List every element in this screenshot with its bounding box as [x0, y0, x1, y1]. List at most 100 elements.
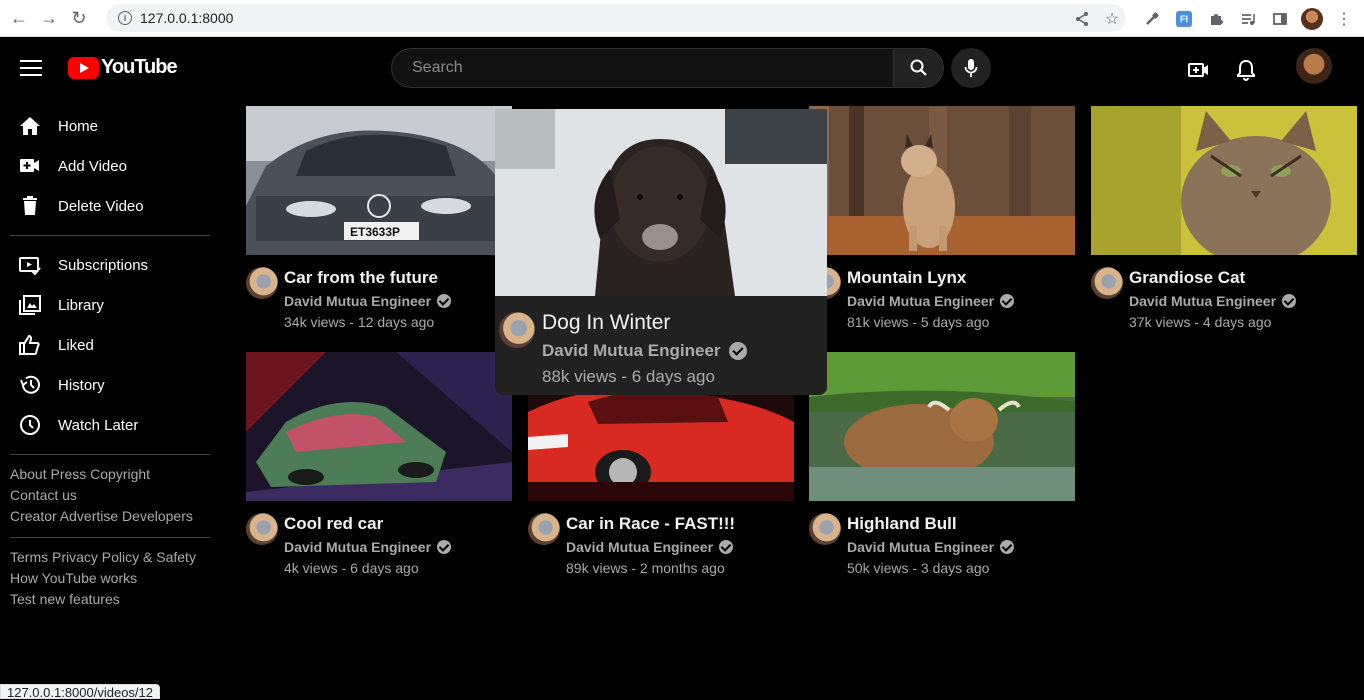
sidebar-item-liked[interactable]: Liked — [0, 325, 220, 365]
eyedropper-icon[interactable] — [1136, 3, 1168, 35]
sidebar-item-watch-later[interactable]: Watch Later — [0, 405, 220, 445]
video-card[interactable]: Cool red car David Mutua Engineer 4k vie… — [246, 352, 512, 576]
footer-link[interactable]: Terms Privacy Policy & Safety — [10, 547, 220, 568]
verified-check-icon — [1000, 294, 1015, 308]
video-title[interactable]: Dog In Winter — [542, 310, 827, 336]
sidebar-footer-links: Terms Privacy Policy & Safety How YouTub… — [0, 547, 220, 610]
home-icon — [18, 114, 42, 138]
sidebar-footer-links: About Press Copyright Contact us Creator… — [0, 464, 220, 527]
channel-name-text: David Mutua Engineer — [566, 539, 714, 555]
footer-link[interactable]: About Press Copyright — [10, 464, 220, 485]
channel-name[interactable]: David Mutua Engineer — [284, 539, 512, 555]
site-info-icon[interactable]: i — [118, 11, 132, 25]
search-button[interactable] — [893, 48, 944, 88]
video-stats: 50k views - 3 days ago — [847, 560, 990, 576]
profile-avatar[interactable] — [1296, 3, 1328, 35]
channel-avatar[interactable] — [809, 513, 841, 545]
sidebar: Home Add Video Delete Video Subscription… — [0, 106, 220, 610]
hamburger-menu-icon[interactable] — [20, 60, 42, 76]
search-icon — [910, 59, 927, 76]
video-title[interactable]: Car from the future — [284, 267, 512, 289]
video-card[interactable]: Mountain Lynx David Mutua Engineer 81k v… — [809, 106, 1075, 330]
bookmark-star-icon[interactable]: ☆ — [1096, 3, 1128, 35]
sidebar-item-subscriptions[interactable]: Subscriptions — [0, 245, 220, 285]
sidebar-item-label: History — [58, 376, 105, 394]
channel-avatar[interactable] — [246, 267, 278, 299]
reload-icon[interactable]: ↻ — [68, 7, 90, 29]
channel-name[interactable]: David Mutua Engineer — [847, 539, 1075, 555]
sidebar-item-label: Home — [58, 117, 99, 135]
logo-text: YouTube — [101, 56, 178, 78]
sidebar-item-label: Delete Video — [58, 197, 144, 215]
youtube-play-icon — [68, 56, 99, 79]
video-hover-preview[interactable]: Dog In Winter David Mutua Engineer 88k v… — [495, 109, 827, 395]
sidebar-item-delete-video[interactable]: Delete Video — [0, 186, 220, 226]
video-thumbnail[interactable] — [809, 352, 1075, 501]
share-icon[interactable] — [1066, 3, 1098, 35]
sidebar-item-add-video[interactable]: Add Video — [0, 146, 220, 186]
sidebar-item-library[interactable]: Library — [0, 285, 220, 325]
clock-icon — [18, 413, 42, 437]
channel-name-text: David Mutua Engineer — [542, 341, 721, 360]
channel-name-text: David Mutua Engineer — [847, 293, 995, 309]
video-stats: 37k views - 4 days ago — [1129, 314, 1272, 330]
sidebar-item-label: Add Video — [58, 157, 127, 175]
verified-check-icon — [728, 342, 747, 360]
video-thumbnail[interactable] — [809, 106, 1075, 255]
search-input[interactable] — [392, 49, 893, 87]
video-stats: 4k views - 6 days ago — [284, 560, 419, 576]
library-icon — [18, 293, 42, 317]
browser-toolbar: ← → ↻ i 127.0.0.1:8000 ☆ FI ⋮ — [0, 0, 1364, 37]
video-card[interactable]: Highland Bull David Mutua Engineer 50k v… — [809, 352, 1075, 576]
media-queue-icon[interactable] — [1232, 3, 1264, 35]
extensions-puzzle-icon[interactable] — [1200, 3, 1232, 35]
channel-avatar[interactable] — [499, 312, 535, 348]
video-thumbnail[interactable] — [1091, 106, 1357, 255]
footer-link[interactable]: Creator Advertise Developers — [10, 506, 220, 527]
voice-search-button[interactable] — [951, 48, 991, 88]
user-avatar[interactable] — [1296, 48, 1332, 84]
video-card[interactable]: ET3633P Car from the future David Mutua … — [246, 106, 512, 330]
kebab-menu-icon[interactable]: ⋮ — [1328, 3, 1360, 35]
sidebar-item-label: Subscriptions — [58, 256, 149, 274]
video-thumbnail[interactable] — [246, 352, 512, 501]
channel-name[interactable]: David Mutua Engineer — [566, 539, 794, 555]
video-title[interactable]: Car in Race - FAST!!! — [566, 513, 794, 535]
sidebar-divider — [10, 235, 210, 236]
video-title[interactable]: Cool red car — [284, 513, 512, 535]
trash-icon — [18, 194, 42, 218]
verified-check-icon — [437, 540, 452, 554]
channel-name[interactable]: David Mutua Engineer — [847, 293, 1075, 309]
sidebar-item-label: Library — [58, 296, 104, 314]
subscriptions-icon — [18, 253, 42, 277]
channel-avatar[interactable] — [246, 513, 278, 545]
forward-icon[interactable]: → — [38, 7, 60, 29]
footer-link[interactable]: Contact us — [10, 485, 220, 506]
footer-link[interactable]: How YouTube works — [10, 568, 220, 589]
sidebar-item-history[interactable]: History — [0, 365, 220, 405]
video-thumbnail[interactable] — [495, 109, 827, 296]
address-bar[interactable]: i 127.0.0.1:8000 — [106, 4, 1126, 32]
extension-fi-icon[interactable]: FI — [1168, 3, 1200, 35]
footer-link[interactable]: Test new features — [10, 589, 220, 610]
channel-name-text: David Mutua Engineer — [1129, 293, 1277, 309]
channel-name[interactable]: David Mutua Engineer — [284, 293, 512, 309]
sidebar-item-label: Liked — [58, 336, 94, 354]
channel-avatar[interactable] — [528, 513, 560, 545]
sidebar-item-home[interactable]: Home — [0, 106, 220, 146]
video-card[interactable]: Grandiose Cat David Mutua Engineer 37k v… — [1091, 106, 1357, 330]
notifications-bell-icon[interactable] — [1234, 58, 1258, 82]
channel-name[interactable]: David Mutua Engineer — [542, 341, 827, 361]
create-video-icon[interactable] — [1187, 58, 1211, 82]
thumbs-up-icon — [18, 333, 42, 357]
video-title[interactable]: Highland Bull — [847, 513, 1075, 535]
back-icon[interactable]: ← — [8, 7, 30, 29]
channel-avatar[interactable] — [1091, 267, 1123, 299]
video-title[interactable]: Mountain Lynx — [847, 267, 1075, 289]
side-panel-icon[interactable] — [1264, 3, 1296, 35]
channel-name[interactable]: David Mutua Engineer — [1129, 293, 1357, 309]
history-icon — [18, 373, 42, 397]
youtube-logo[interactable]: YouTube — [68, 56, 178, 79]
video-title[interactable]: Grandiose Cat — [1129, 267, 1357, 289]
video-thumbnail[interactable]: ET3633P — [246, 106, 512, 255]
